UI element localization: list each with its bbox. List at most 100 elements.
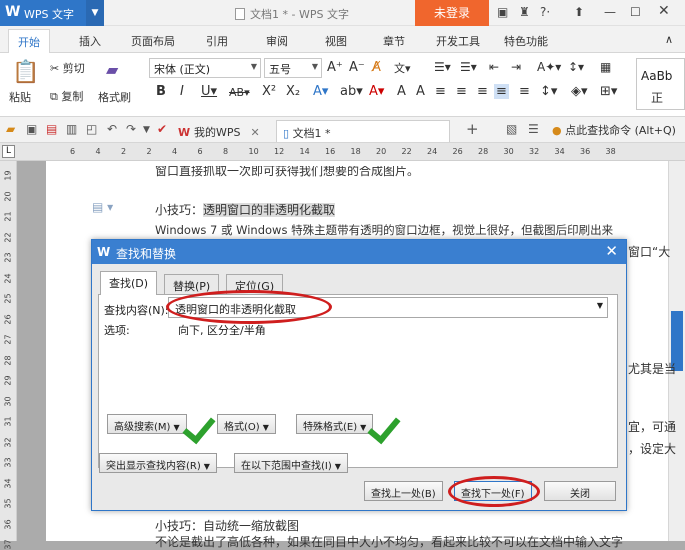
paste-icon[interactable]: 📋 [12,60,39,85]
ruler-tick-label: 19 [3,170,13,181]
sort-icon[interactable]: ↕▾ [568,60,584,74]
pin-icon[interactable]: ✔ [157,122,167,136]
cut-button[interactable]: ✂ 剪切 [50,60,85,76]
char-border-icon[interactable]: A [397,84,406,99]
chevron-down-icon: ▼ [203,462,210,471]
phonetic-icon[interactable]: 文▾ [394,60,411,76]
dialog-title-bar: W 查找和替换 ✕ [92,240,626,264]
justify-icon[interactable]: ≡ [494,84,509,99]
ruler-tick-label: 2 [121,147,127,156]
align-center-icon[interactable]: ≡ [456,84,467,99]
highlight-results-button[interactable]: 突出显示查找内容(R) ▼ [99,453,217,473]
style-preview: AaBb [641,69,673,83]
chevron-up-icon[interactable]: ∧ [665,33,673,46]
subscript-icon[interactable]: X₂ [286,84,300,99]
bold-icon[interactable]: B [156,84,166,99]
open-folder-icon[interactable]: ▰ [6,122,15,136]
shading-icon[interactable]: ◈▾ [571,84,588,99]
format-painter-button[interactable]: 格式刷 [98,89,131,105]
save-icon[interactable]: ▣ [26,122,37,136]
advanced-search-button[interactable]: 高级搜索(M) ▼ [107,414,187,434]
print-preview-icon[interactable]: ◰ [86,122,97,136]
minimize-icon[interactable]: — [604,5,616,19]
sidebar-icon[interactable]: ▧ [506,122,517,136]
find-in-button[interactable]: 在以下范围中查找(I) ▼ [234,453,348,473]
tab-find[interactable]: 查找(D) [100,271,158,295]
ruler-tick-label: 32 [3,436,13,448]
print-icon[interactable]: ▥ [66,122,77,136]
ruler-tick-label: 23 [3,252,13,263]
ruler-tick-label: 35 [3,498,13,509]
shrink-font-icon[interactable]: A⁻ [349,60,365,75]
text-direction-icon[interactable]: A✦▾ [537,60,561,74]
tab-chapter[interactable]: 章节 [383,33,405,49]
table-icon[interactable]: ▦ [600,60,611,74]
find-previous-button[interactable]: 查找上一处(B) [364,481,443,501]
font-name-select[interactable]: 宋体 (正文) ▼ [149,58,261,78]
tab-view[interactable]: 视图 [325,33,347,49]
text-effect-icon[interactable]: A▾ [313,84,328,99]
close-button[interactable]: 关闭 [544,481,616,501]
increase-indent-icon[interactable]: ⇥ [511,60,521,74]
command-search[interactable]: ● 点此查找命令 (Alt+Q) [552,122,676,138]
restore-ribbon-icon[interactable]: ⬆ [574,5,584,19]
italic-icon[interactable]: I [180,84,184,99]
ruler-tick-label: 33 [3,457,13,468]
export-pdf-icon[interactable]: ▤ [46,122,57,136]
chevron-down-icon[interactable]: ▼ [597,301,603,310]
tab-insert[interactable]: 插入 [79,33,101,49]
decrease-indent-icon[interactable]: ⇤ [489,60,499,74]
align-left-icon[interactable]: ≡ [435,84,446,99]
doc-tab-mywps[interactable]: W 我的WPS ✕ [172,120,266,142]
shirt-icon[interactable]: ♜ [519,5,530,19]
help-icon[interactable]: ?· [540,5,550,19]
strikethrough-icon[interactable]: AB▾ [229,86,250,99]
distributed-icon[interactable]: ≡ [519,84,530,99]
underline-icon[interactable]: U▾ [201,84,217,99]
tab-stop-selector[interactable]: L [2,145,15,158]
undo-icon[interactable]: ↶ [107,122,117,136]
skin-icon[interactable]: ▣ [497,5,508,19]
numbered-list-icon[interactable]: ☰▾ [460,60,477,74]
grow-font-icon[interactable]: A⁺ [327,60,343,75]
tab-developer[interactable]: 开发工具 [436,33,480,49]
char-shading-icon[interactable]: A [416,84,425,99]
superscript-icon[interactable]: X² [262,84,276,99]
close-icon[interactable]: ✕ [605,242,618,260]
style-gallery[interactable]: AaBb 正 [636,58,685,110]
format-button[interactable]: 格式(O) ▼ [217,414,276,434]
border-icon[interactable]: ⊞▾ [600,84,617,99]
list-icon[interactable]: ☰ [528,122,539,136]
tab-home[interactable]: 开始 [8,29,50,53]
login-button[interactable]: 未登录 [415,0,489,26]
ruler-tick-label: 26 [3,313,13,325]
tab-special[interactable]: 特色功能 [504,33,548,49]
vertical-scrollbar[interactable] [668,161,685,541]
new-tab-icon[interactable]: + [466,120,479,138]
chevron-down-icon[interactable]: ▼ [86,0,104,26]
close-icon[interactable]: ✕ [250,126,259,139]
horizontal-ruler: 6 4 2 2 4 6 8 10 12 14 16 18 20 22 24 26 28 30 32 34 36 38 [0,143,685,161]
paste-button[interactable]: 粘贴 [9,89,31,105]
app-menu-button[interactable]: W WPS 文字 ▼ [0,0,104,26]
redo-icon[interactable]: ↷ [126,122,136,136]
doc-tab-document1[interactable]: ▯ 文档1 * [276,120,450,142]
align-right-icon[interactable]: ≡ [477,84,488,99]
special-format-button[interactable]: 特殊格式(E) ▼ [296,414,374,434]
maximize-icon[interactable]: ☐ [630,5,641,19]
tab-page-layout[interactable]: 页面布局 [131,33,175,49]
bullet-list-icon[interactable]: ☰▾ [434,60,451,74]
format-painter-icon[interactable]: ▰ [106,60,118,79]
tab-references[interactable]: 引用 [206,33,228,49]
ruler-tick-label: 31 [3,416,13,427]
line-spacing-icon[interactable]: ↕▾ [540,84,557,99]
clear-format-icon[interactable]: A̸ [372,60,381,75]
close-icon[interactable]: ✕ [658,3,670,19]
chevron-down-icon[interactable]: ▼ [143,125,150,135]
paragraph-icon[interactable]: ▤ ▾ [92,200,113,214]
copy-button[interactable]: ⧉ 复制 [50,88,83,104]
tab-review[interactable]: 审阅 [266,33,288,49]
font-color-icon[interactable]: A▾ [369,84,384,99]
font-size-select[interactable]: 五号 ▼ [264,58,322,78]
highlight-color-icon[interactable]: ab▾ [340,84,363,99]
